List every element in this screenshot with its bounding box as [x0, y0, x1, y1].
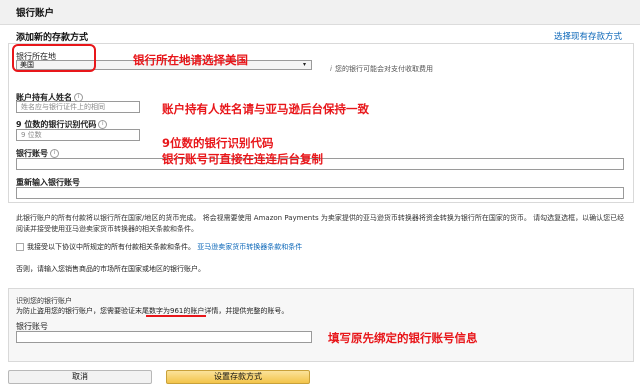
section-title: 添加新的存款方式: [16, 33, 89, 43]
terms-checkbox-row: 我接受以下协议中所规定的所有付款相关条款和条件。 亚马逊卖家货币转换器条款和条件: [16, 242, 302, 252]
currency-disclaimer: 此银行账户的所有付款将以银行所在国家/地区的货币完成。 将会视需要使用 Amaz…: [16, 214, 625, 233]
routing-number-input[interactable]: 9 位数: [16, 129, 140, 141]
account-label-text: 银行账号: [16, 149, 48, 158]
section-header: [0, 0, 640, 25]
cancel-button[interactable]: 取消: [8, 370, 152, 384]
annotation-holder: 账户持有人姓名请与亚马逊后台保持一致: [162, 102, 369, 116]
annotation-country: 银行所在地请选择美国: [133, 53, 248, 67]
highlight-box: [12, 44, 96, 72]
chevron-down-icon: ▾: [302, 61, 306, 68]
verify-title: 识别您的银行账户: [16, 297, 72, 305]
country-note-text: 您的银行可能会对支付收取费用: [334, 65, 433, 73]
else-note: 否则，请输入您销售商品的市场所在国家或地区的银行账户。: [16, 265, 205, 273]
account-reenter-input[interactable]: [16, 187, 624, 199]
country-note: i 您的银行可能会对支付收取费用: [330, 64, 433, 74]
holder-name-input[interactable]: 姓名应与银行证件上的相同: [16, 101, 140, 113]
info-icon: i: [50, 149, 59, 158]
annotation-verify: 填写原先绑定的银行账号信息: [328, 331, 478, 345]
set-deposit-method-button[interactable]: 设置存款方式: [166, 370, 310, 384]
routing-label-text: 9 位数的银行识别代码: [16, 120, 97, 129]
terms-checkbox-label: 我接受以下协议中所规定的所有付款相关条款和条件。: [27, 243, 195, 251]
terms-link[interactable]: 亚马逊卖家货币转换器条款和条件: [197, 243, 302, 251]
choose-existing-link[interactable]: 选择现有存款方式: [554, 30, 622, 42]
page-title: 银行账户: [16, 8, 55, 19]
terms-checkbox[interactable]: [16, 243, 24, 251]
info-icon: i: [98, 120, 108, 129]
annotation-account: 银行账号可直接在连连后台复制: [162, 152, 323, 166]
info-icon: i: [330, 65, 332, 73]
highlight-underline: [146, 315, 206, 317]
verify-account-input[interactable]: [16, 331, 312, 343]
annotation-routing: 9位数的银行识别代码: [162, 136, 274, 150]
verify-panel: [8, 288, 634, 362]
